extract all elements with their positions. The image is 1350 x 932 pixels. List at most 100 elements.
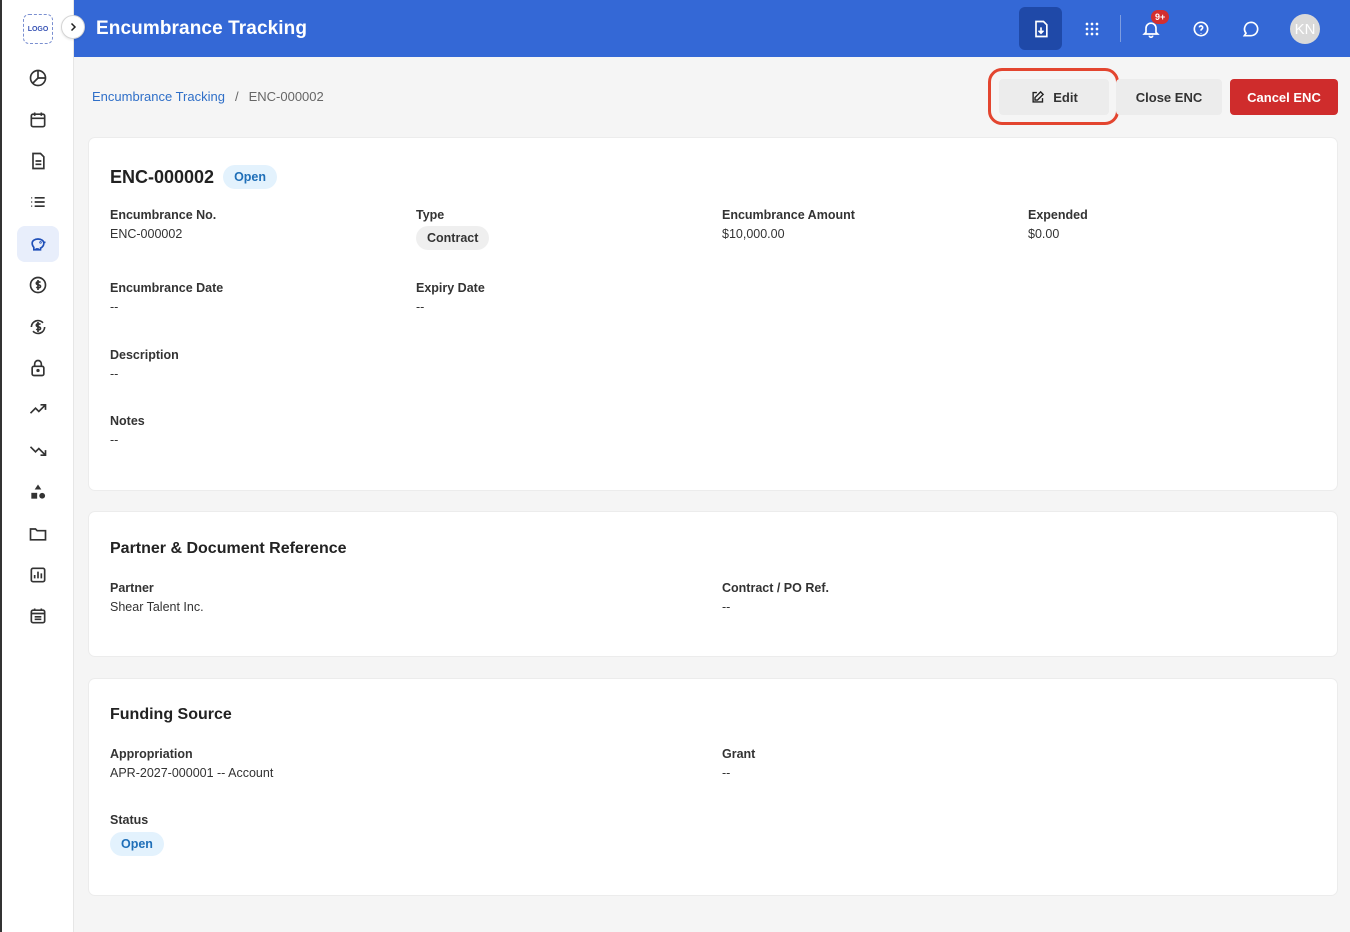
field-label: Notes [110,414,145,428]
details-card: ENC-000002 Open Encumbrance No. ENC-0000… [89,138,1337,490]
field-value: -- [722,600,731,614]
nav-finance[interactable] [17,267,59,303]
field-label: Appropriation [110,747,193,761]
field-status: Status Open [110,813,164,856]
header-title: Encumbrance Tracking [96,17,308,39]
field-label: Type [416,208,445,222]
help-button[interactable] [1179,7,1222,50]
field-contract-ref: Contract / PO Ref. -- [722,581,829,614]
calendar-list-icon [30,608,46,624]
record-title: ENC-000002 [110,166,215,187]
notifications-button[interactable]: 9+ [1129,7,1172,50]
field-expiry-date: Expiry Date -- [416,281,485,314]
funding-section-title: Funding Source [110,706,232,723]
breadcrumb-separator: / [234,89,239,104]
nav-reconcile[interactable] [17,309,59,345]
field-expended: Expended $0.00 [1028,208,1088,241]
field-value: ENC-000002 [110,227,183,241]
app-logo[interactable]: LOGO [23,14,53,44]
nav-list[interactable] [17,184,59,220]
field-value: -- [110,433,119,447]
header-actions: 9+ KN [1010,0,1350,57]
breadcrumb: Encumbrance Tracking / ENC-000002 [92,89,324,104]
lock-icon [31,359,45,377]
type-chip: Contract [416,226,490,250]
folder-icon [29,528,47,541]
close-enc-button[interactable]: Close ENC [1116,79,1222,115]
cancel-enc-button[interactable]: Cancel ENC [1230,79,1338,115]
field-appropriation: Appropriation APR-2027-000001 -- Account [110,747,273,780]
field-label: Status [110,813,149,827]
breadcrumb-current: ENC-000002 [248,89,324,104]
nav-categories[interactable] [17,474,59,510]
edit-icon [1032,90,1045,103]
dollar-sync-icon [30,319,46,335]
download-button[interactable] [1019,7,1062,50]
document-icon [32,152,45,170]
download-file-icon [1034,20,1048,37]
nav-documents[interactable] [17,143,59,179]
field-value: APR-2027-000001 -- Account [110,766,274,780]
list-icon [31,197,45,207]
field-description: Description -- [110,348,179,381]
header-divider [1120,15,1121,42]
field-encumbrance-no: Encumbrance No. ENC-000002 [110,208,216,241]
nav-reports[interactable] [17,557,59,593]
field-value: Shear Talent Inc. [110,600,204,614]
edit-button-label: Edit [1053,89,1078,105]
field-label: Encumbrance Amount [722,208,855,222]
field-label: Grant [722,747,756,761]
nav-dashboard[interactable] [17,60,59,96]
field-grant: Grant -- [722,747,755,780]
partner-card: Partner & Document Reference Partner She… [89,512,1337,656]
field-type: Type Contract [416,208,490,250]
help-icon [1193,21,1208,36]
apps-button[interactable] [1070,7,1113,50]
status-badge: Open [223,165,278,189]
field-label: Contract / PO Ref. [722,581,829,595]
chat-button[interactable] [1229,7,1272,50]
pie-chart-icon [29,69,47,87]
nav-encumbrance[interactable] [17,226,59,262]
field-encumbrance-date: Encumbrance Date -- [110,281,223,314]
field-value: $0.00 [1028,227,1060,241]
calendar-icon [30,112,46,128]
nav-expenses[interactable] [17,433,59,469]
bar-chart-icon [30,567,46,583]
trending-up-icon [29,404,47,414]
nav-files[interactable] [17,516,59,552]
nav-revenue[interactable] [17,391,59,427]
field-value: $10,000.00 [722,227,785,241]
field-label: Encumbrance Date [110,281,224,295]
field-notes: Notes -- [110,414,145,447]
nav-security[interactable] [17,350,59,386]
grid-icon [1085,22,1098,35]
nav-schedule[interactable] [17,598,59,634]
field-value: -- [110,367,119,381]
shapes-icon [31,484,46,499]
status-chip: Open [110,832,164,856]
trending-down-icon [29,446,47,456]
field-label: Expended [1028,208,1088,222]
field-value: -- [722,766,731,780]
expand-sidebar-button[interactable] [61,15,85,39]
field-value: -- [416,300,425,314]
nav-calendar[interactable] [17,102,59,138]
chat-icon [1242,20,1258,36]
top-header: Encumbrance Tracking 9+ KN [74,0,1350,57]
dollar-circle-icon [29,276,47,294]
field-label: Encumbrance No. [110,208,217,222]
edit-button[interactable]: Edit [999,79,1109,115]
notification-badge: 9+ [1151,10,1170,24]
user-avatar[interactable]: KN [1290,14,1320,44]
piggy-bank-icon [31,238,46,251]
field-value: -- [110,300,119,314]
field-label: Partner [110,581,154,595]
funding-card: Funding Source Appropriation APR-2027-00… [89,679,1337,895]
field-encumbrance-amount: Encumbrance Amount $10,000.00 [722,208,855,241]
breadcrumb-parent-link[interactable]: Encumbrance Tracking [92,89,225,104]
details-header: ENC-000002 Open [110,165,278,189]
field-label: Expiry Date [416,281,485,295]
partner-section-title: Partner & Document Reference [110,540,347,557]
field-label: Description [110,348,179,362]
